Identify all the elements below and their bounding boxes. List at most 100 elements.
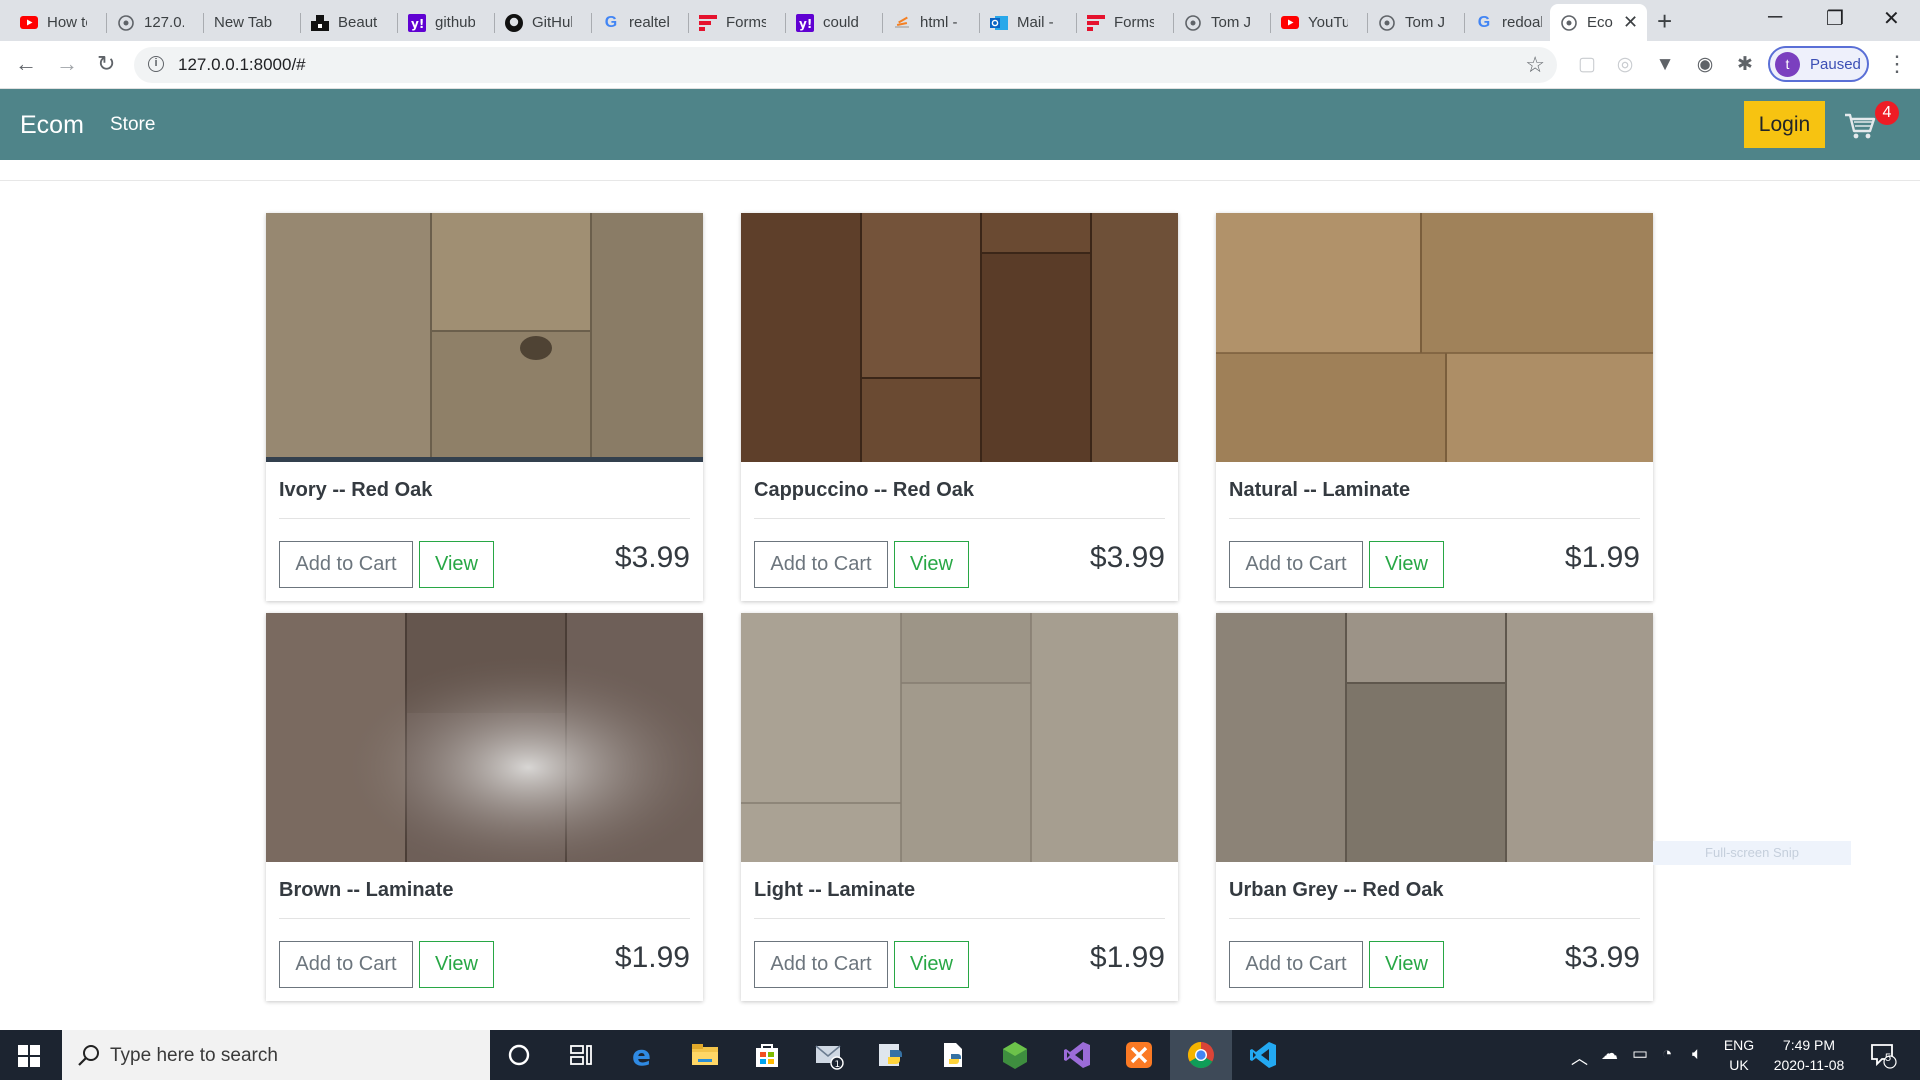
extension-icon[interactable]: ◉ bbox=[1694, 54, 1716, 76]
product-name[interactable]: Cappuccino -- Red Oak bbox=[754, 479, 974, 502]
product-name[interactable]: Urban Grey -- Red Oak bbox=[1229, 879, 1444, 902]
add-to-cart-button[interactable]: Add to Cart bbox=[754, 541, 888, 588]
product-price: $1.99 bbox=[1089, 941, 1165, 974]
search-icon bbox=[78, 1045, 99, 1066]
extensions-puzzle-icon[interactable]: ✱ bbox=[1734, 54, 1756, 76]
windows-start-icon[interactable] bbox=[18, 1045, 40, 1067]
url-text[interactable]: 127.0.0.1:8000/# bbox=[178, 55, 306, 75]
cart-icon[interactable] bbox=[1844, 112, 1876, 140]
close-window-icon[interactable]: ✕ bbox=[1883, 6, 1900, 31]
browser-tab[interactable]: G redoak bbox=[1465, 4, 1560, 41]
nodejs-icon[interactable] bbox=[1000, 1040, 1030, 1070]
browser-tab[interactable]: New Tab bbox=[204, 4, 301, 41]
browser-tab[interactable]: Mail - bbox=[980, 4, 1077, 41]
product-name[interactable]: Natural -- Laminate bbox=[1229, 479, 1410, 502]
product-image[interactable] bbox=[741, 213, 1178, 462]
product-image[interactable] bbox=[741, 613, 1178, 862]
minimize-icon[interactable]: ─ bbox=[1768, 6, 1782, 29]
browser-tab[interactable]: GitHub bbox=[495, 4, 592, 41]
product-name[interactable]: Brown -- Laminate bbox=[279, 879, 453, 902]
product-card: Natural -- Laminate Add to Cart View $1.… bbox=[1216, 213, 1653, 601]
view-button[interactable]: View bbox=[419, 941, 494, 988]
product-image[interactable] bbox=[266, 613, 703, 862]
language-indicator[interactable]: ENG UK bbox=[1718, 1035, 1760, 1075]
add-to-cart-button[interactable]: Add to Cart bbox=[754, 941, 888, 988]
add-to-cart-button[interactable]: Add to Cart bbox=[1229, 941, 1363, 988]
divider bbox=[279, 918, 690, 919]
extension-icon[interactable]: ◎ bbox=[1614, 54, 1636, 76]
add-to-cart-button[interactable]: Add to Cart bbox=[279, 541, 413, 588]
browser-tab[interactable]: y! could r bbox=[786, 4, 883, 41]
vue-devtools-icon[interactable]: ▼ bbox=[1654, 54, 1676, 76]
browser-tab[interactable]: Beautif bbox=[301, 4, 398, 41]
bookmark-star-icon[interactable]: ☆ bbox=[1525, 52, 1545, 78]
clock[interactable]: 7:49 PM 2020-11-08 bbox=[1764, 1035, 1854, 1075]
mail-icon[interactable]: 1 bbox=[814, 1040, 844, 1070]
chrome-icon[interactable] bbox=[1186, 1040, 1216, 1070]
product-card: Urban Grey -- Red Oak Add to Cart View $… bbox=[1216, 613, 1653, 1001]
forward-icon[interactable]: → bbox=[56, 51, 78, 77]
show-hidden-icons[interactable]: ︿ bbox=[1571, 1044, 1588, 1069]
new-tab-icon[interactable]: + bbox=[1657, 6, 1672, 37]
edge-icon[interactable]: e bbox=[628, 1040, 658, 1070]
store-icon[interactable] bbox=[752, 1040, 782, 1070]
formspree-icon bbox=[699, 14, 717, 32]
browser-tab[interactable]: How to bbox=[10, 4, 107, 41]
browser-tab-active[interactable]: Eco ✕ bbox=[1550, 4, 1647, 41]
add-to-cart-button[interactable]: Add to Cart bbox=[1229, 541, 1363, 588]
browser-toolbar: ← → ↻ i 127.0.0.1:8000/# ☆ ▢ ◎ ▼ ◉ ✱ t P… bbox=[0, 41, 1920, 89]
file-explorer-icon[interactable] bbox=[690, 1040, 720, 1070]
product-image[interactable] bbox=[266, 213, 703, 462]
stackoverflow-icon bbox=[893, 14, 911, 32]
browser-tab[interactable]: 127.0.0 bbox=[107, 4, 204, 41]
profile-button[interactable]: t Paused bbox=[1768, 46, 1869, 82]
product-image[interactable] bbox=[1216, 213, 1653, 462]
cart-count-badge: 4 bbox=[1875, 101, 1899, 125]
browser-tab[interactable]: html - bbox=[883, 4, 980, 41]
product-name[interactable]: Light -- Laminate bbox=[754, 879, 915, 902]
product-image[interactable] bbox=[1216, 613, 1653, 862]
login-button[interactable]: Login bbox=[1744, 101, 1825, 148]
visual-studio-icon[interactable] bbox=[1062, 1040, 1092, 1070]
taskbar-search-box[interactable]: Type here to search bbox=[62, 1030, 490, 1080]
divider bbox=[279, 518, 690, 519]
onedrive-icon[interactable]: ☁ bbox=[1601, 1044, 1618, 1064]
python-icon[interactable] bbox=[876, 1040, 906, 1070]
xampp-icon[interactable] bbox=[1124, 1040, 1154, 1070]
browser-tab[interactable]: Formsp bbox=[1077, 4, 1174, 41]
nav-store-link[interactable]: Store bbox=[110, 114, 155, 136]
view-button[interactable]: View bbox=[894, 941, 969, 988]
browser-tab[interactable]: Tom Ju bbox=[1368, 4, 1465, 41]
task-view-icon[interactable] bbox=[566, 1040, 596, 1070]
view-button[interactable]: View bbox=[894, 541, 969, 588]
extension-icon[interactable]: ▢ bbox=[1576, 54, 1598, 76]
site-navbar: Ecom Store Login 4 bbox=[0, 89, 1920, 160]
wifi-icon[interactable]: ◔ bbox=[1662, 1044, 1672, 1064]
browser-tab-strip: How to 127.0.0 New Tab Beautif y! github… bbox=[0, 0, 1920, 41]
cortana-icon[interactable] bbox=[504, 1040, 534, 1070]
add-to-cart-button[interactable]: Add to Cart bbox=[279, 941, 413, 988]
view-button[interactable]: View bbox=[419, 541, 494, 588]
product-name[interactable]: Ivory -- Red Oak bbox=[279, 479, 432, 502]
battery-icon[interactable]: ▭ bbox=[1632, 1044, 1648, 1064]
view-button[interactable]: View bbox=[1369, 941, 1444, 988]
python-file-icon[interactable] bbox=[938, 1040, 968, 1070]
back-icon[interactable]: ← bbox=[15, 51, 37, 77]
site-info-icon[interactable]: i bbox=[148, 56, 164, 72]
browser-tab[interactable]: Formsp bbox=[689, 4, 786, 41]
vscode-icon[interactable] bbox=[1248, 1040, 1278, 1070]
browser-tab[interactable]: Tom Ju bbox=[1174, 4, 1271, 41]
brand-logo[interactable]: Ecom bbox=[20, 111, 84, 140]
browser-tab[interactable]: G realtek bbox=[592, 4, 689, 41]
address-bar[interactable]: i 127.0.0.1:8000/# ☆ bbox=[134, 47, 1557, 83]
reload-icon[interactable]: ↻ bbox=[97, 51, 115, 77]
restore-icon[interactable]: ❐ bbox=[1826, 6, 1844, 31]
volume-icon[interactable]: 🔈︎ bbox=[1692, 1044, 1702, 1064]
close-tab-icon[interactable]: ✕ bbox=[1623, 12, 1638, 33]
view-button[interactable]: View bbox=[1369, 541, 1444, 588]
browser-tab[interactable]: YouTul bbox=[1271, 4, 1368, 41]
browser-menu-icon[interactable]: ⋮ bbox=[1886, 51, 1908, 77]
divider bbox=[1229, 918, 1640, 919]
notifications-icon[interactable] bbox=[1868, 1040, 1898, 1070]
browser-tab[interactable]: y! github bbox=[398, 4, 495, 41]
